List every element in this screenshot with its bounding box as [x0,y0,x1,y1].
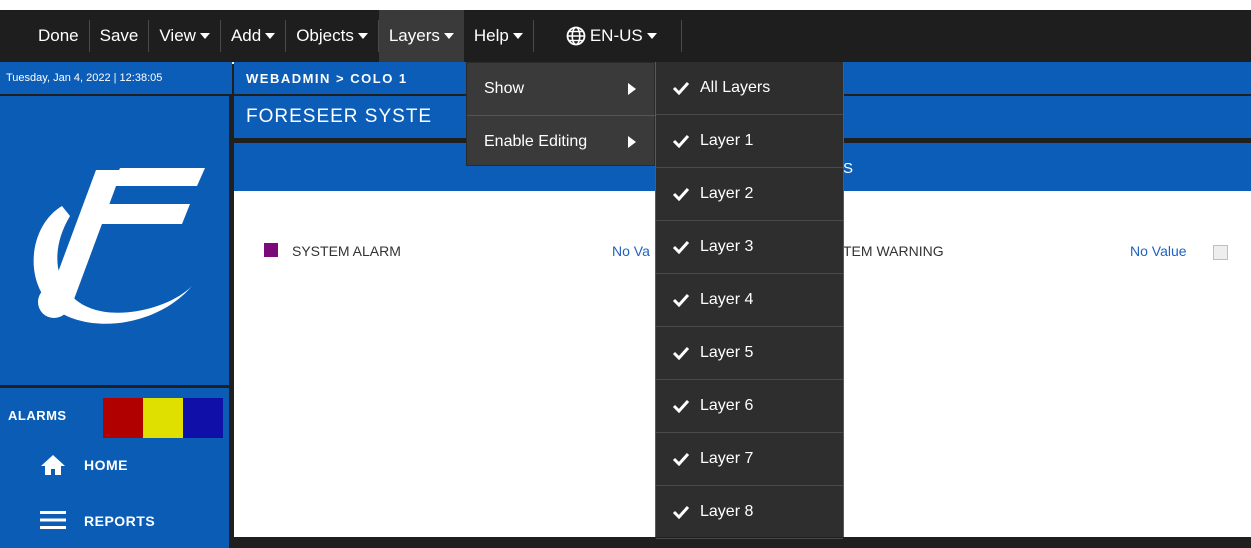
submenu-item-label: Layer 7 [700,450,754,467]
menu-view[interactable]: View [149,10,220,62]
layers-enable-editing-item[interactable]: Enable Editing [467,116,656,168]
home-icon [41,455,65,475]
check-icon [672,240,690,254]
caret-down-icon [512,33,523,39]
menu-add-label: Add [230,26,262,45]
language-selector[interactable]: EN-US [552,10,671,62]
menu-save-label: Save [99,26,139,45]
chevron-right-icon [628,136,636,148]
nav-home[interactable]: HOME [0,438,229,492]
company-logo [0,96,229,385]
submenu-item-layer-7[interactable]: Layer 7 [656,433,843,486]
check-icon [672,452,690,466]
datetime-text: Tuesday, Jan 4, 2022 | 12:38:05 [6,72,163,84]
menu-objects[interactable]: Objects [286,10,378,62]
menu-done-label: Done [38,26,79,45]
submenu-item-label: Layer 5 [700,344,754,361]
menubar-strip: Done Save View Add Objects Layers Help E… [0,10,1251,62]
submenu-item-label: Layer 8 [700,503,754,520]
submenu-item-label: Layer 3 [700,238,754,255]
check-icon [672,81,690,95]
submenu-item-layer-1[interactable]: Layer 1 [656,115,843,168]
submenu-item-layer-3[interactable]: Layer 3 [656,221,843,274]
layers-enable-editing-label: Enable Editing [484,133,588,150]
check-icon [672,134,690,148]
system-alarm-swatch [264,243,278,257]
caret-down-icon [646,33,657,39]
submenu-item-label: Layer 6 [700,397,754,414]
menu-separator [532,20,534,52]
system-warning-checkbox[interactable] [1213,245,1228,260]
caret-down-icon [443,33,454,39]
menu-layers[interactable]: Layers [378,10,464,62]
menu-add[interactable]: Add [221,10,285,62]
check-icon [672,346,690,360]
menu-help-label: Help [473,26,509,45]
submenu-item-layer-2[interactable]: Layer 2 [656,168,843,221]
caret-down-icon [265,33,276,39]
layers-dropdown: Show Enable Editing [466,62,656,168]
menu-view-label: View [159,26,196,45]
layers-show-submenu: All Layers Layer 1 Layer 2 Layer 3 Layer… [655,62,844,539]
nav-home-label: HOME [84,457,128,473]
top-menubar: Done Save View Add Objects Layers Help E… [0,0,1251,64]
menu-save[interactable]: Save [90,10,149,62]
system-warning-value[interactable]: No Value [1130,243,1187,259]
check-icon [672,187,690,201]
layers-show-label: Show [484,80,525,97]
menu-separator [680,20,682,52]
section-header-text: S [843,160,854,177]
menu-objects-label: Objects [296,26,354,45]
submenu-item-layer-5[interactable]: Layer 5 [656,327,843,380]
system-alarm-label: SYSTEM ALARM [292,243,401,259]
submenu-item-label: Layer 2 [700,185,754,202]
submenu-item-layer-4[interactable]: Layer 4 [656,274,843,327]
check-icon [672,399,690,413]
menu-lines-icon [40,511,66,529]
alarms-label: ALARMS [8,408,67,423]
submenu-item-all-layers[interactable]: All Layers [656,62,843,115]
layers-show-item[interactable]: Show [467,63,656,115]
nav-reports-label: REPORTS [84,513,156,529]
submenu-item-label: All Layers [700,79,771,96]
system-warning-label: TEM WARNING [843,243,944,259]
system-alarm-value[interactable]: No Va [612,243,650,259]
check-icon [672,505,690,519]
globe-icon [566,26,586,46]
menu-layers-label: Layers [388,26,440,45]
foreseer-logo-icon [33,168,205,324]
chevron-right-icon [628,83,636,95]
submenu-item-layer-8[interactable]: Layer 8 [656,486,843,539]
breadcrumb-text: WEBADMIN > COLO 1 [246,70,408,86]
caret-down-icon [357,33,368,39]
menu-done[interactable]: Done [0,10,89,62]
datetime-bar: Tuesday, Jan 4, 2022 | 12:38:05 [0,62,232,94]
submenu-item-layer-6[interactable]: Layer 6 [656,380,843,433]
caret-down-icon [199,33,210,39]
menu-help[interactable]: Help [464,10,533,62]
check-icon [672,293,690,307]
page-title-text: FORESEER SYSTE [246,106,433,127]
nav-reports[interactable]: REPORTS [0,494,229,548]
submenu-item-label: Layer 1 [700,132,754,149]
submenu-item-label: Layer 4 [700,291,754,308]
language-label: EN-US [589,26,643,45]
